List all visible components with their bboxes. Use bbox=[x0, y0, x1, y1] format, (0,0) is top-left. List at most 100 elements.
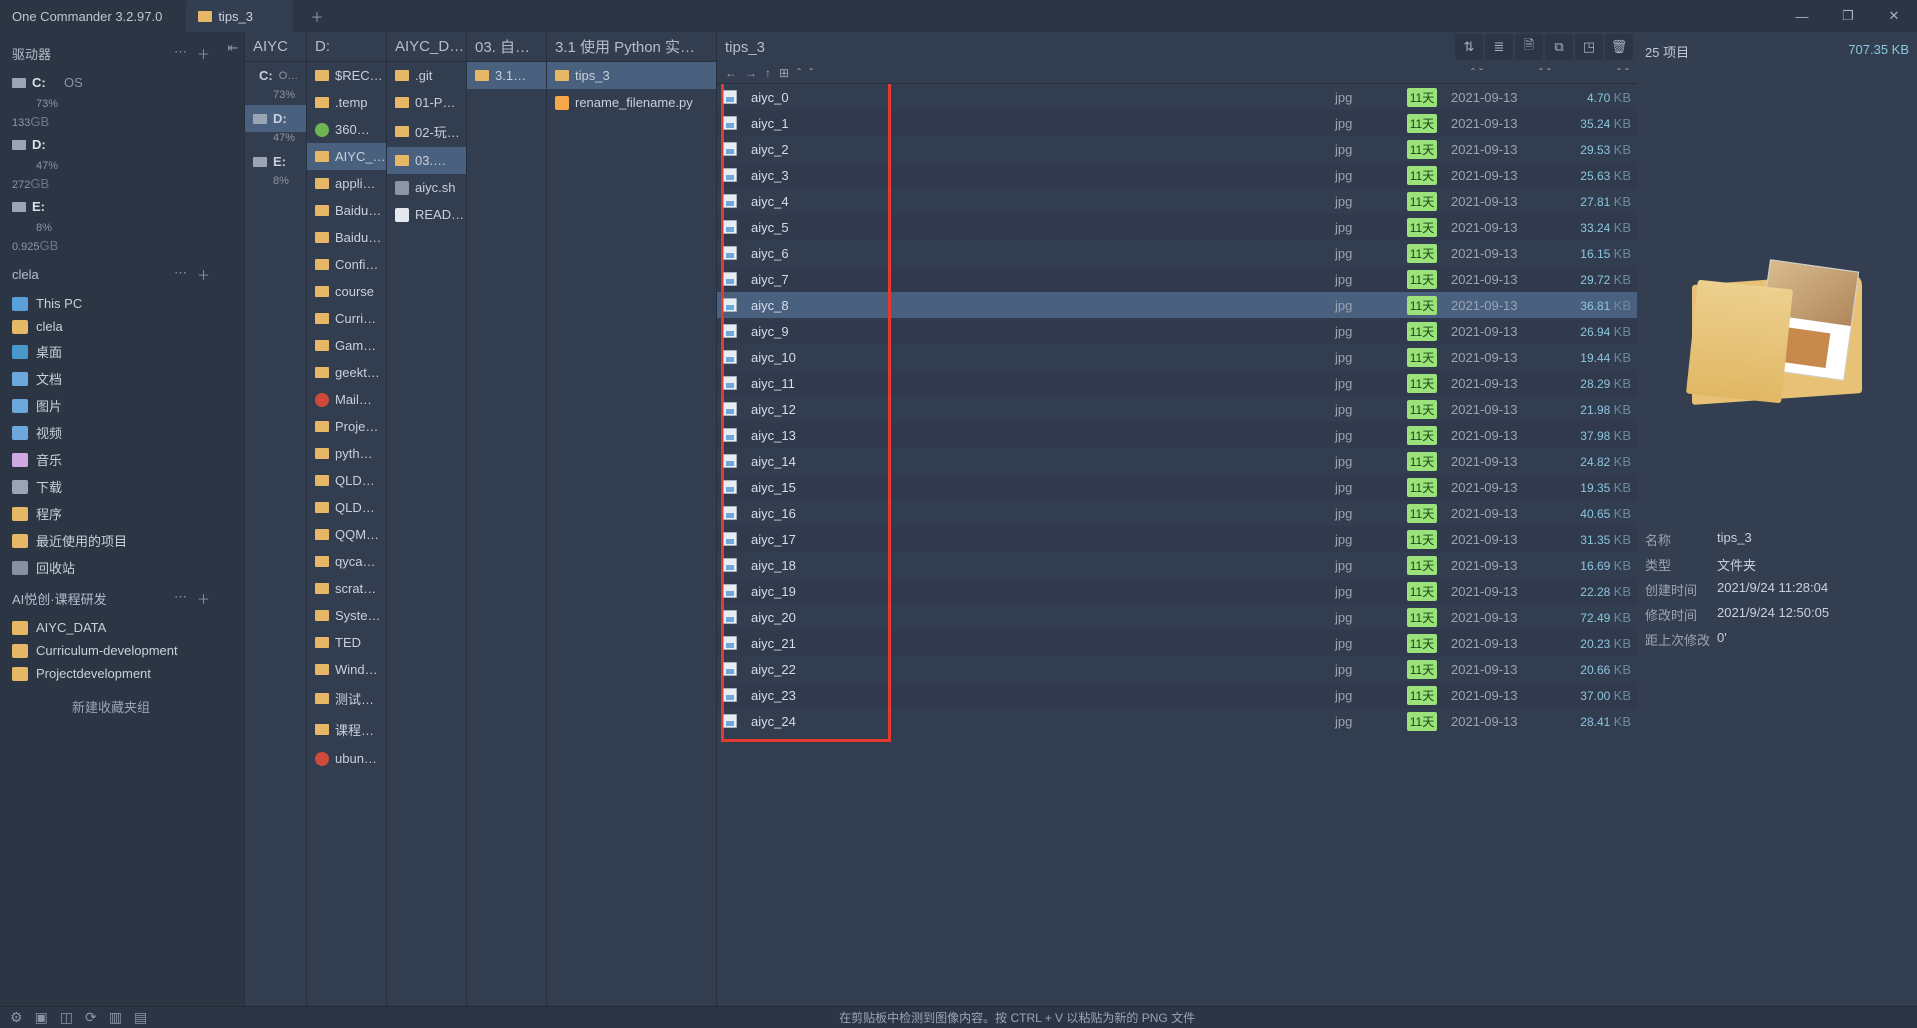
drive-item[interactable]: D: bbox=[0, 133, 222, 156]
tab-tips3[interactable]: tips_3 bbox=[186, 0, 293, 32]
column-item[interactable]: QLD… bbox=[307, 467, 386, 494]
file-row[interactable]: aiyc_4 jpg 11天 2021-09-13 27.81 KB bbox=[717, 188, 1637, 214]
minimize-button[interactable]: — bbox=[1779, 0, 1825, 32]
sidebar-item[interactable]: Projectdevelopment bbox=[0, 662, 222, 685]
file-row[interactable]: aiyc_21 jpg 11天 2021-09-13 20.23 KB bbox=[717, 630, 1637, 656]
settings-icon[interactable]: ⚙ bbox=[10, 1009, 23, 1026]
column-item[interactable]: 360… bbox=[307, 116, 386, 143]
more-icon[interactable]: ⋯ bbox=[174, 265, 187, 284]
column-item[interactable]: $REC… bbox=[307, 62, 386, 89]
file-row[interactable]: aiyc_13 jpg 11天 2021-09-13 37.98 KB bbox=[717, 422, 1637, 448]
new-file-button[interactable]: 🗎 bbox=[1515, 34, 1543, 60]
file-row[interactable]: aiyc_6 jpg 11天 2021-09-13 16.15 KB bbox=[717, 240, 1637, 266]
column-item[interactable]: Wind… bbox=[307, 656, 386, 683]
sidebar-item[interactable]: Curriculum-development bbox=[0, 639, 222, 662]
sort-col-icon[interactable]: ˆ bbox=[1617, 66, 1621, 80]
columns-toggle[interactable]: ⇤ bbox=[222, 32, 244, 1006]
drive-item[interactable]: C: OS bbox=[0, 71, 222, 94]
column-item[interactable]: .git bbox=[387, 62, 466, 89]
nav-back-icon[interactable]: ← bbox=[725, 66, 737, 80]
nav-forward-icon[interactable]: → bbox=[745, 66, 757, 80]
add-icon[interactable]: ＋ bbox=[197, 265, 210, 284]
column-item[interactable]: Gam… bbox=[307, 332, 386, 359]
column-item[interactable]: Confi… bbox=[307, 251, 386, 278]
file-row[interactable]: aiyc_11 jpg 11天 2021-09-13 28.29 KB bbox=[717, 370, 1637, 396]
column-header[interactable]: 03. 自… bbox=[467, 32, 546, 62]
column-header[interactable]: 3.1 使用 Python 实… bbox=[547, 32, 716, 62]
sidebar-item[interactable]: 回收站 bbox=[0, 554, 222, 581]
sort-col-icon[interactable]: ˇ bbox=[1547, 66, 1551, 80]
main-column-title[interactable]: tips_3 bbox=[717, 39, 1453, 56]
file-row[interactable]: aiyc_19 jpg 11天 2021-09-13 22.28 KB bbox=[717, 578, 1637, 604]
sidebar-item[interactable]: 音乐 bbox=[0, 446, 222, 473]
column-item[interactable]: 01-P… bbox=[387, 89, 466, 116]
sort-col-icon[interactable]: ˇ bbox=[1625, 66, 1629, 80]
column-header[interactable]: D: bbox=[307, 32, 386, 62]
file-row[interactable]: aiyc_15 jpg 11天 2021-09-13 19.35 KB bbox=[717, 474, 1637, 500]
column-item[interactable]: scrat… bbox=[307, 575, 386, 602]
more-icon[interactable]: ⋯ bbox=[174, 44, 187, 63]
copy-button[interactable]: ⧉ bbox=[1545, 34, 1573, 60]
sidebar-item[interactable]: 视频 bbox=[0, 419, 222, 446]
sidebar-item[interactable]: 最近使用的项目 bbox=[0, 527, 222, 554]
sidebar-item[interactable]: 图片 bbox=[0, 392, 222, 419]
add-icon[interactable]: ＋ bbox=[197, 589, 210, 608]
file-row[interactable]: aiyc_9 jpg 11天 2021-09-13 26.94 KB bbox=[717, 318, 1637, 344]
file-row[interactable]: aiyc_5 jpg 11天 2021-09-13 33.24 KB bbox=[717, 214, 1637, 240]
sort-toggle-button[interactable]: ⇅ bbox=[1455, 34, 1483, 60]
delete-button[interactable]: 🗑 bbox=[1605, 34, 1633, 60]
column-item[interactable]: Curri… bbox=[307, 305, 386, 332]
column-item[interactable]: AIYC_… bbox=[307, 143, 386, 170]
file-row[interactable]: aiyc_17 jpg 11天 2021-09-13 31.35 KB bbox=[717, 526, 1637, 552]
column-item[interactable]: Proje… bbox=[307, 413, 386, 440]
file-row[interactable]: aiyc_1 jpg 11天 2021-09-13 35.24 KB bbox=[717, 110, 1637, 136]
nav-up-icon[interactable]: ↑ bbox=[765, 66, 771, 80]
column-item[interactable]: 3.1… bbox=[467, 62, 546, 89]
file-row[interactable]: aiyc_0 jpg 11天 2021-09-13 4.70 KB bbox=[717, 84, 1637, 110]
column-item[interactable]: Mail… bbox=[307, 386, 386, 413]
file-row[interactable]: aiyc_7 jpg 11天 2021-09-13 29.72 KB bbox=[717, 266, 1637, 292]
column-item[interactable]: pyth… bbox=[307, 440, 386, 467]
file-row[interactable]: aiyc_20 jpg 11天 2021-09-13 72.49 KB bbox=[717, 604, 1637, 630]
sidebar-item[interactable]: This PC bbox=[0, 292, 222, 315]
file-row[interactable]: aiyc_24 jpg 11天 2021-09-13 28.41 KB bbox=[717, 708, 1637, 734]
column-item[interactable]: course bbox=[307, 278, 386, 305]
column-item[interactable]: READ… bbox=[387, 201, 466, 228]
file-row[interactable]: aiyc_10 jpg 11天 2021-09-13 19.44 KB bbox=[717, 344, 1637, 370]
column-item[interactable]: QLD… bbox=[307, 494, 386, 521]
column-item[interactable]: Baidu… bbox=[307, 224, 386, 251]
column-item[interactable]: aiyc.sh bbox=[387, 174, 466, 201]
file-row[interactable]: aiyc_3 jpg 11天 2021-09-13 25.63 KB bbox=[717, 162, 1637, 188]
more-icon[interactable]: ⋯ bbox=[174, 589, 187, 608]
column-item[interactable]: Syste… bbox=[307, 602, 386, 629]
nav-caret-icon[interactable]: ˆ bbox=[797, 66, 801, 80]
column-item[interactable]: 02-玩… bbox=[387, 116, 466, 147]
file-list[interactable]: aiyc_0 jpg 11天 2021-09-13 4.70 KB aiyc_1… bbox=[717, 84, 1637, 1006]
column-header[interactable]: AIYC_D… bbox=[387, 32, 466, 62]
sidebar-item[interactable]: 文档 bbox=[0, 365, 222, 392]
sidebar-item[interactable]: AIYC_DATA bbox=[0, 616, 222, 639]
file-row[interactable]: aiyc_12 jpg 11天 2021-09-13 21.98 KB bbox=[717, 396, 1637, 422]
sidebar-item[interactable]: 下载 bbox=[0, 473, 222, 500]
sort-col-icon[interactable]: ˇ bbox=[1479, 66, 1483, 80]
file-row[interactable]: aiyc_8 jpg 11天 2021-09-13 36.81 KB bbox=[717, 292, 1637, 318]
drive-item[interactable]: E: bbox=[0, 195, 222, 218]
column-item[interactable]: Baidu… bbox=[307, 197, 386, 224]
file-row[interactable]: aiyc_23 jpg 11天 2021-09-13 37.00 KB bbox=[717, 682, 1637, 708]
file-row[interactable]: aiyc_2 jpg 11天 2021-09-13 29.53 KB bbox=[717, 136, 1637, 162]
new-favorites-button[interactable]: 新建收藏夹组 bbox=[72, 697, 150, 716]
add-tab-button[interactable]: ＋ bbox=[301, 0, 333, 32]
column-item[interactable]: QQM… bbox=[307, 521, 386, 548]
column-item[interactable]: .temp bbox=[307, 89, 386, 116]
refresh-icon[interactable]: ⟳ bbox=[85, 1009, 97, 1026]
list-view-button[interactable]: ≣ bbox=[1485, 34, 1513, 60]
column-item[interactable]: TED bbox=[307, 629, 386, 656]
external-button[interactable]: ◳ bbox=[1575, 34, 1603, 60]
sidebar-item[interactable]: clela bbox=[0, 315, 222, 338]
column-item[interactable]: 03.… bbox=[387, 147, 466, 174]
column-item[interactable]: appli… bbox=[307, 170, 386, 197]
sort-col-icon[interactable]: ˆ bbox=[1539, 66, 1543, 80]
drive-item[interactable]: D: bbox=[245, 105, 306, 132]
column-item[interactable]: tips_3 bbox=[547, 62, 716, 89]
column-header[interactable]: AIYC bbox=[245, 32, 306, 62]
